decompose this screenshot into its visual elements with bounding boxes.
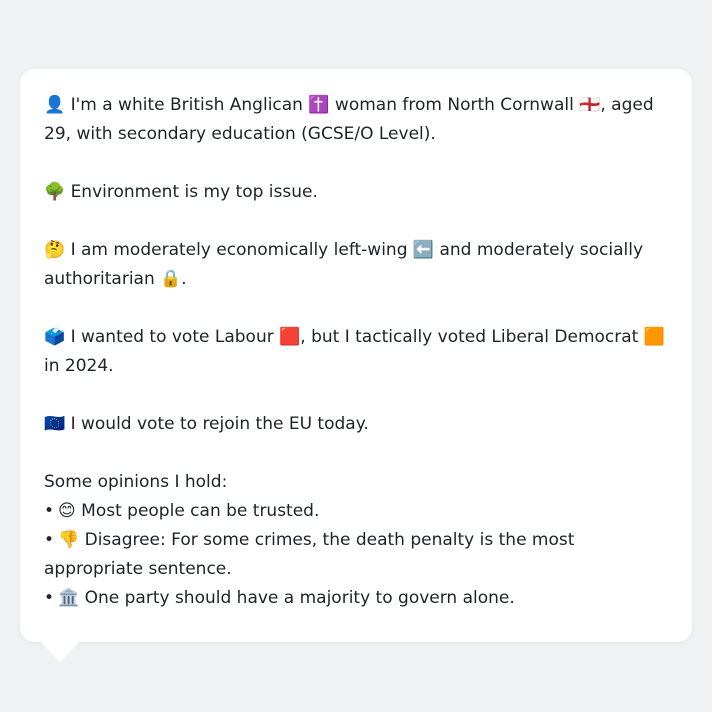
bullet: • (44, 588, 55, 608)
ideology-line: 🤔 I am moderately economically left-wing… (44, 240, 644, 289)
bullet: • (44, 530, 55, 550)
eu-line: 🇪🇺 I would vote to rejoin the EU today. (44, 414, 369, 434)
opinion-text: 🏛️ One party should have a majority to g… (58, 588, 515, 608)
opinion-item: • 👎 Disagree: For some crimes, the death … (44, 526, 668, 584)
identity-line: 👤 I'm a white British Anglican ✝️ woman … (44, 95, 654, 144)
bullet: • (44, 501, 55, 521)
opinion-text: 👎 Disagree: For some crimes, the death p… (44, 530, 575, 579)
opinions-heading: Some opinions I hold: (44, 472, 228, 492)
top-issue-line: 🌳 Environment is my top issue. (44, 182, 318, 202)
message-bubble: 👤 I'm a white British Anglican ✝️ woman … (20, 69, 692, 642)
opinion-list: • 😊 Most people can be trusted. • 👎 Disagr… (44, 497, 668, 613)
opinion-text: 😊 Most people can be trusted. (58, 501, 320, 521)
opinion-item: • 🏛️ One party should have a majority to … (44, 584, 668, 613)
bubble-tail (40, 641, 80, 662)
vote-line: 🗳️ I wanted to vote Labour 🟥, but I tact… (44, 327, 665, 376)
opinion-item: • 😊 Most people can be trusted. (44, 497, 668, 526)
